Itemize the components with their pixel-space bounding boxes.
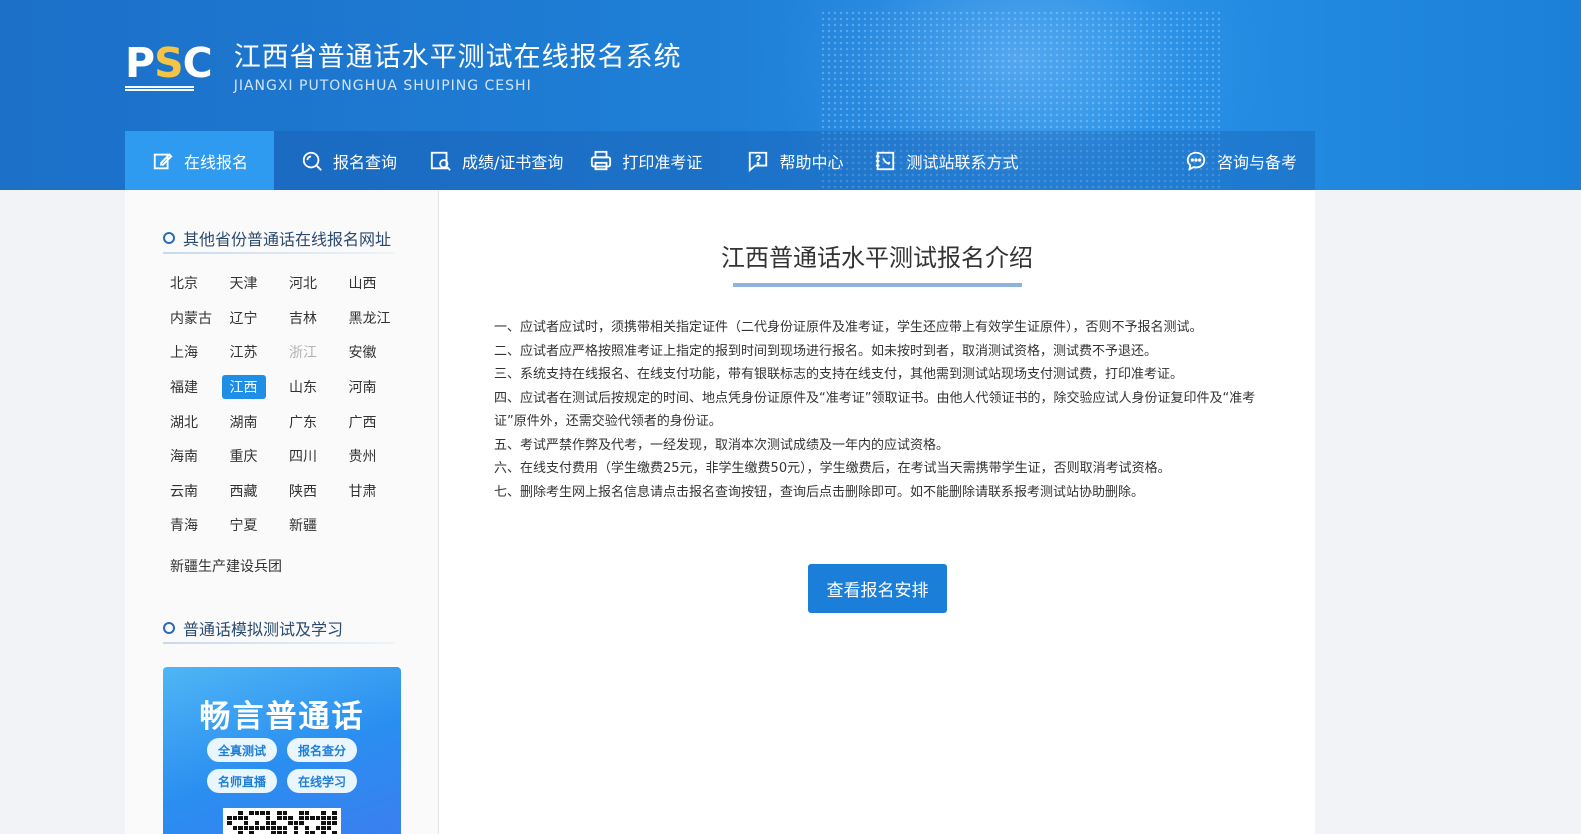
site-logo[interactable]: PSC 江西省普通话水平测试在线报名系统 JIANGXI PUTONGHUA S… xyxy=(125,42,682,94)
province-link[interactable]: 陕西 xyxy=(281,474,341,509)
province-link[interactable]: 山东 xyxy=(281,370,341,405)
psc-logo-mark: PSC xyxy=(125,42,213,91)
province-link[interactable]: 甘肃 xyxy=(341,474,401,509)
nav-label: 咨询与备考 xyxy=(1216,152,1297,172)
province-link[interactable]: 湖南 xyxy=(222,404,282,439)
main-nav: 在线报名 报名查询 成绩/证书查询 打印准考证 帮助中心 测试站联系方式 咨询与… xyxy=(125,131,1315,190)
province-link[interactable]: 广西 xyxy=(341,404,401,439)
view-registration-schedule-button[interactable]: 查看报名安排 xyxy=(808,564,947,613)
province-link[interactable]: 山西 xyxy=(341,266,401,301)
circle-bullet-icon xyxy=(163,622,175,634)
certificate-search-icon xyxy=(429,149,453,173)
search-icon xyxy=(300,149,324,173)
province-link[interactable]: 天津 xyxy=(222,266,282,301)
title-underline xyxy=(733,283,1022,287)
chat-icon xyxy=(1184,149,1208,173)
registration-rules: 一、应试者应试时，须携带相关指定证件（二代身份证原件及准考证，学生还应带上有效学… xyxy=(494,316,1264,504)
promo-tag[interactable]: 全真测试 xyxy=(207,738,277,762)
study-section-title: 普通话模拟测试及学习 xyxy=(163,616,343,640)
province-link[interactable]: 云南 xyxy=(162,474,222,509)
nav-test-station-contact[interactable]: 测试站联系方式 xyxy=(873,131,1018,190)
province-link[interactable]: 内蒙古 xyxy=(162,301,222,336)
province-link[interactable]: 河南 xyxy=(341,370,401,405)
province-link-bingtuan[interactable]: 新疆生产建设兵团 xyxy=(170,556,282,576)
circle-bullet-icon xyxy=(163,232,175,244)
province-link[interactable]: 吉林 xyxy=(281,301,341,336)
rule-item: 四、应试者在测试后按规定的时间、地点凭身份证原件及“准考证”领取证书。由他人代领… xyxy=(494,390,1256,430)
province-link[interactable]: 宁夏 xyxy=(222,508,282,543)
site-subtitle: JIANGXI PUTONGHUA SHUIPING CESHI xyxy=(233,78,532,94)
nav-help-center[interactable]: 帮助中心 xyxy=(746,131,843,190)
qr-code-icon xyxy=(223,808,341,834)
province-link[interactable]: 河北 xyxy=(281,266,341,301)
page-body: 其他省份普通话在线报名网址 北京 天津 河北 山西内蒙古 辽宁 吉林 黑龙江上海 江苏 浙江 安徽… xyxy=(125,190,1315,834)
rule-item: 一、应试者应试时，须携带相关指定证件（二代身份证原件及准考证，学生还应带上有效学… xyxy=(494,320,1203,335)
promo-tag[interactable]: 在线学习 xyxy=(287,769,357,793)
province-link[interactable]: 黑龙江 xyxy=(341,301,401,336)
nav-label: 测试站联系方式 xyxy=(906,152,1019,172)
province-link[interactable]: 江苏 xyxy=(222,335,282,370)
divider xyxy=(163,252,395,254)
province-link[interactable]: 新疆 xyxy=(281,508,341,543)
site-title: 江西省普通话水平测试在线报名系统 xyxy=(233,42,682,73)
help-icon xyxy=(746,149,770,173)
province-link[interactable]: 福建 xyxy=(162,370,222,405)
province-link[interactable]: 贵州 xyxy=(341,439,401,474)
province-link[interactable]: 重庆 xyxy=(222,439,282,474)
nav-online-registration[interactable]: 在线报名 xyxy=(125,131,274,190)
nav-label: 帮助中心 xyxy=(779,152,844,172)
rule-item: 五、考试严禁作弊及代考，一经发现，取消本次测试成绩及一年内的应试资格。 xyxy=(494,437,950,453)
edit-icon xyxy=(151,149,175,173)
nav-consult-prepare[interactable]: 咨询与备考 xyxy=(1184,131,1297,190)
main-content: 江西普通话水平测试报名介绍 一、应试者应试时，须携带相关指定证件（二代身份证原件… xyxy=(439,190,1315,834)
province-link[interactable]: 四川 xyxy=(281,439,341,474)
province-link[interactable]: 辽宁 xyxy=(222,301,282,336)
nav-label: 报名查询 xyxy=(333,152,398,172)
divider xyxy=(163,642,395,644)
promo-tag[interactable]: 报名查分 xyxy=(287,738,357,762)
nav-label: 在线报名 xyxy=(183,152,248,172)
nav-score-certificate-query[interactable]: 成绩/证书查询 xyxy=(429,131,563,190)
printer-icon xyxy=(589,149,613,173)
nav-label: 打印准考证 xyxy=(622,152,703,172)
promo-title: 畅言普通话 xyxy=(199,699,365,735)
province-link: 浙江 xyxy=(289,345,317,362)
province-link[interactable]: 青海 xyxy=(162,508,222,543)
province-link[interactable]: 海南 xyxy=(162,439,222,474)
province-link[interactable]: 北京 xyxy=(162,266,222,301)
provinces-section-title: 其他省份普通话在线报名网址 xyxy=(163,226,391,250)
rule-item: 二、应试者应严格按照准考证上指定的报到时间到现场进行报名。如未按时到者，取消测试… xyxy=(494,343,1158,359)
province-link[interactable]: 江西 xyxy=(221,370,282,405)
nav-print-admission-ticket[interactable]: 打印准考证 xyxy=(589,131,702,190)
rule-item: 三、系统支持在线报名、在线支付功能，带有银联标志的支持在线支付，其他需到测试站现… xyxy=(494,367,1184,382)
province-link[interactable]: 湖北 xyxy=(162,404,222,439)
sidebar: 其他省份普通话在线报名网址 北京 天津 河北 山西内蒙古 辽宁 吉林 黑龙江上海 江苏 浙江 安徽… xyxy=(125,190,439,834)
site-header: PSC 江西省普通话水平测试在线报名系统 JIANGXI PUTONGHUA S… xyxy=(0,0,1581,190)
nav-label: 成绩/证书查询 xyxy=(462,152,564,172)
page-title: 江西普通话水平测试报名介绍 xyxy=(721,244,1033,272)
province-link-grid: 北京 天津 河北 山西内蒙古 辽宁 吉林 黑龙江上海 江苏 浙江 安徽福建 江西 山东 河南湖北 湖南 广东… xyxy=(162,266,402,543)
promo-tag[interactable]: 名师直播 xyxy=(207,769,277,793)
changyan-promo-banner[interactable]: 畅言普通话 全真测试 报名查分 名师直播 在线学习 xyxy=(163,667,401,834)
rule-item: 六、在线支付费用（学生缴费25元，非学生缴费50元），学生缴费后，在考试当天需携… xyxy=(494,461,1171,476)
rule-item: 七、删除考生网上报名信息请点击报名查询按钮，查询后点击删除即可。如不能删除请联系… xyxy=(494,484,1145,500)
province-link[interactable]: 安徽 xyxy=(341,335,401,370)
contact-icon xyxy=(873,149,897,173)
province-link[interactable]: 上海 xyxy=(162,335,222,370)
nav-registration-query[interactable]: 报名查询 xyxy=(300,131,397,190)
province-link[interactable]: 西藏 xyxy=(222,474,282,509)
province-link[interactable]: 广东 xyxy=(281,404,341,439)
